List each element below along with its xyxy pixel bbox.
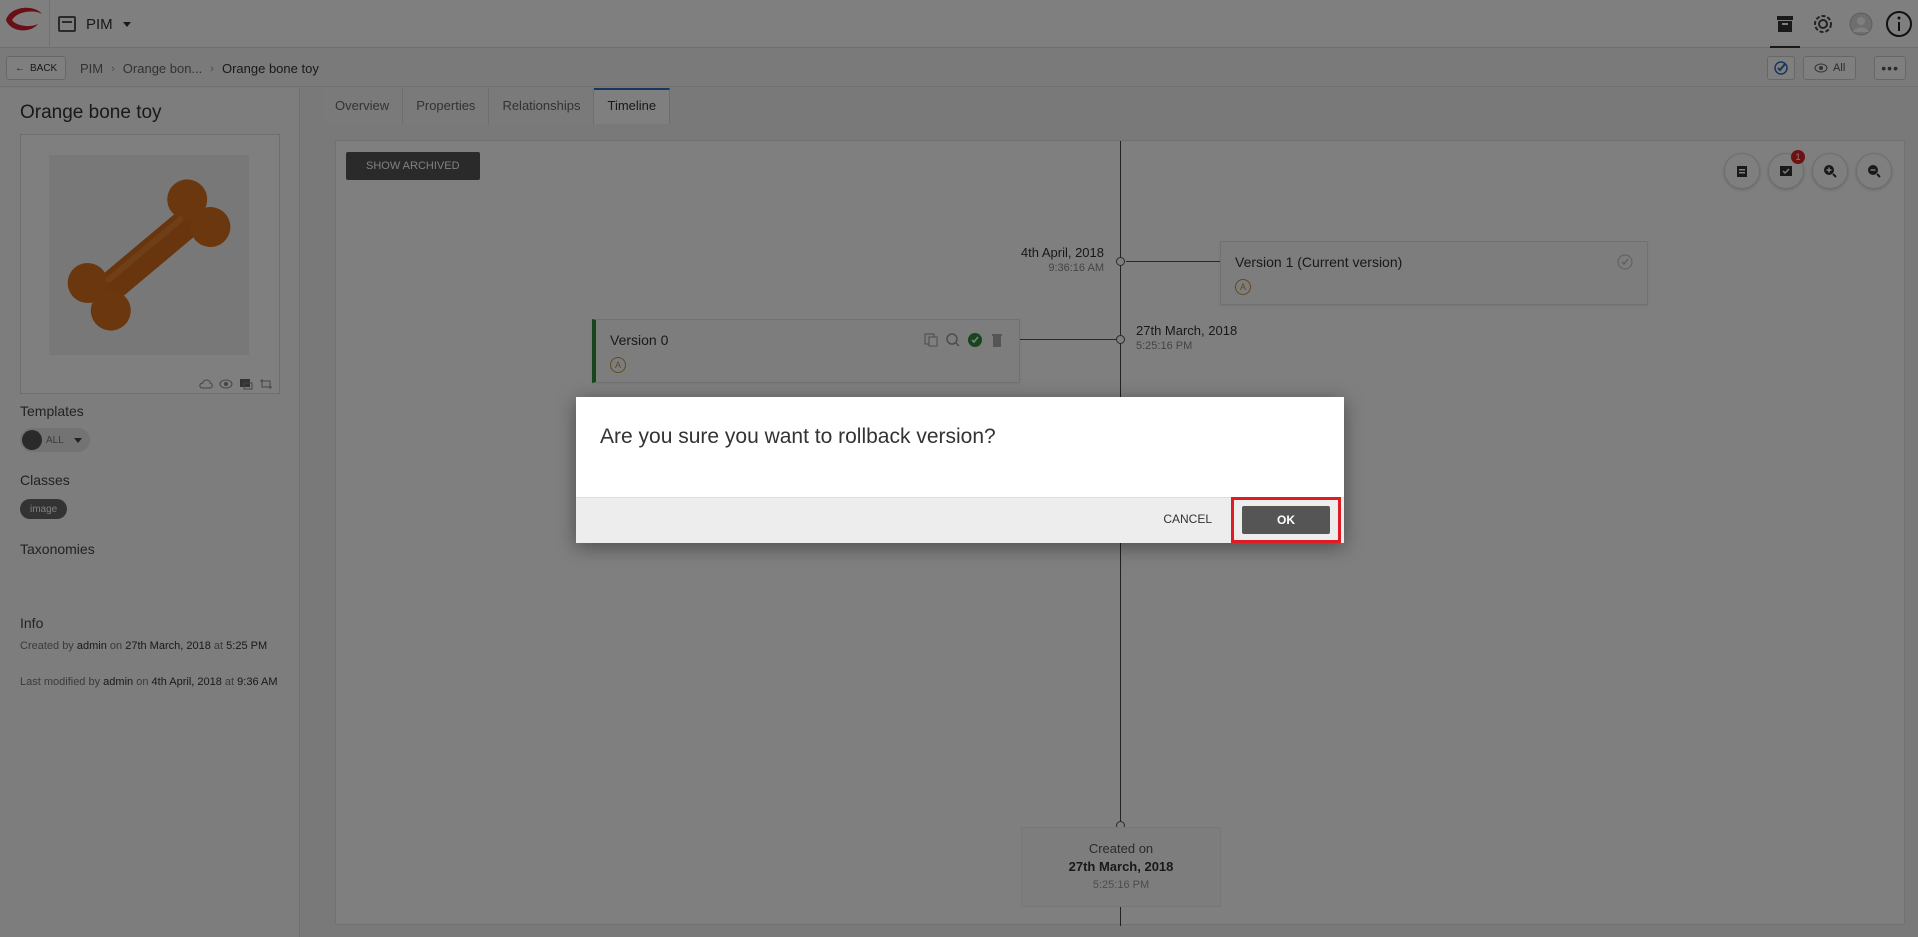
cancel-button[interactable]: CANCEL: [1163, 512, 1212, 526]
ok-button-highlight: OK: [1231, 497, 1341, 543]
ok-button[interactable]: OK: [1242, 506, 1330, 534]
dialog-message: Are you sure you want to rollback versio…: [600, 425, 996, 448]
dialog-footer: CANCEL OK: [576, 497, 1344, 543]
rollback-confirm-dialog: Are you sure you want to rollback versio…: [576, 397, 1344, 543]
